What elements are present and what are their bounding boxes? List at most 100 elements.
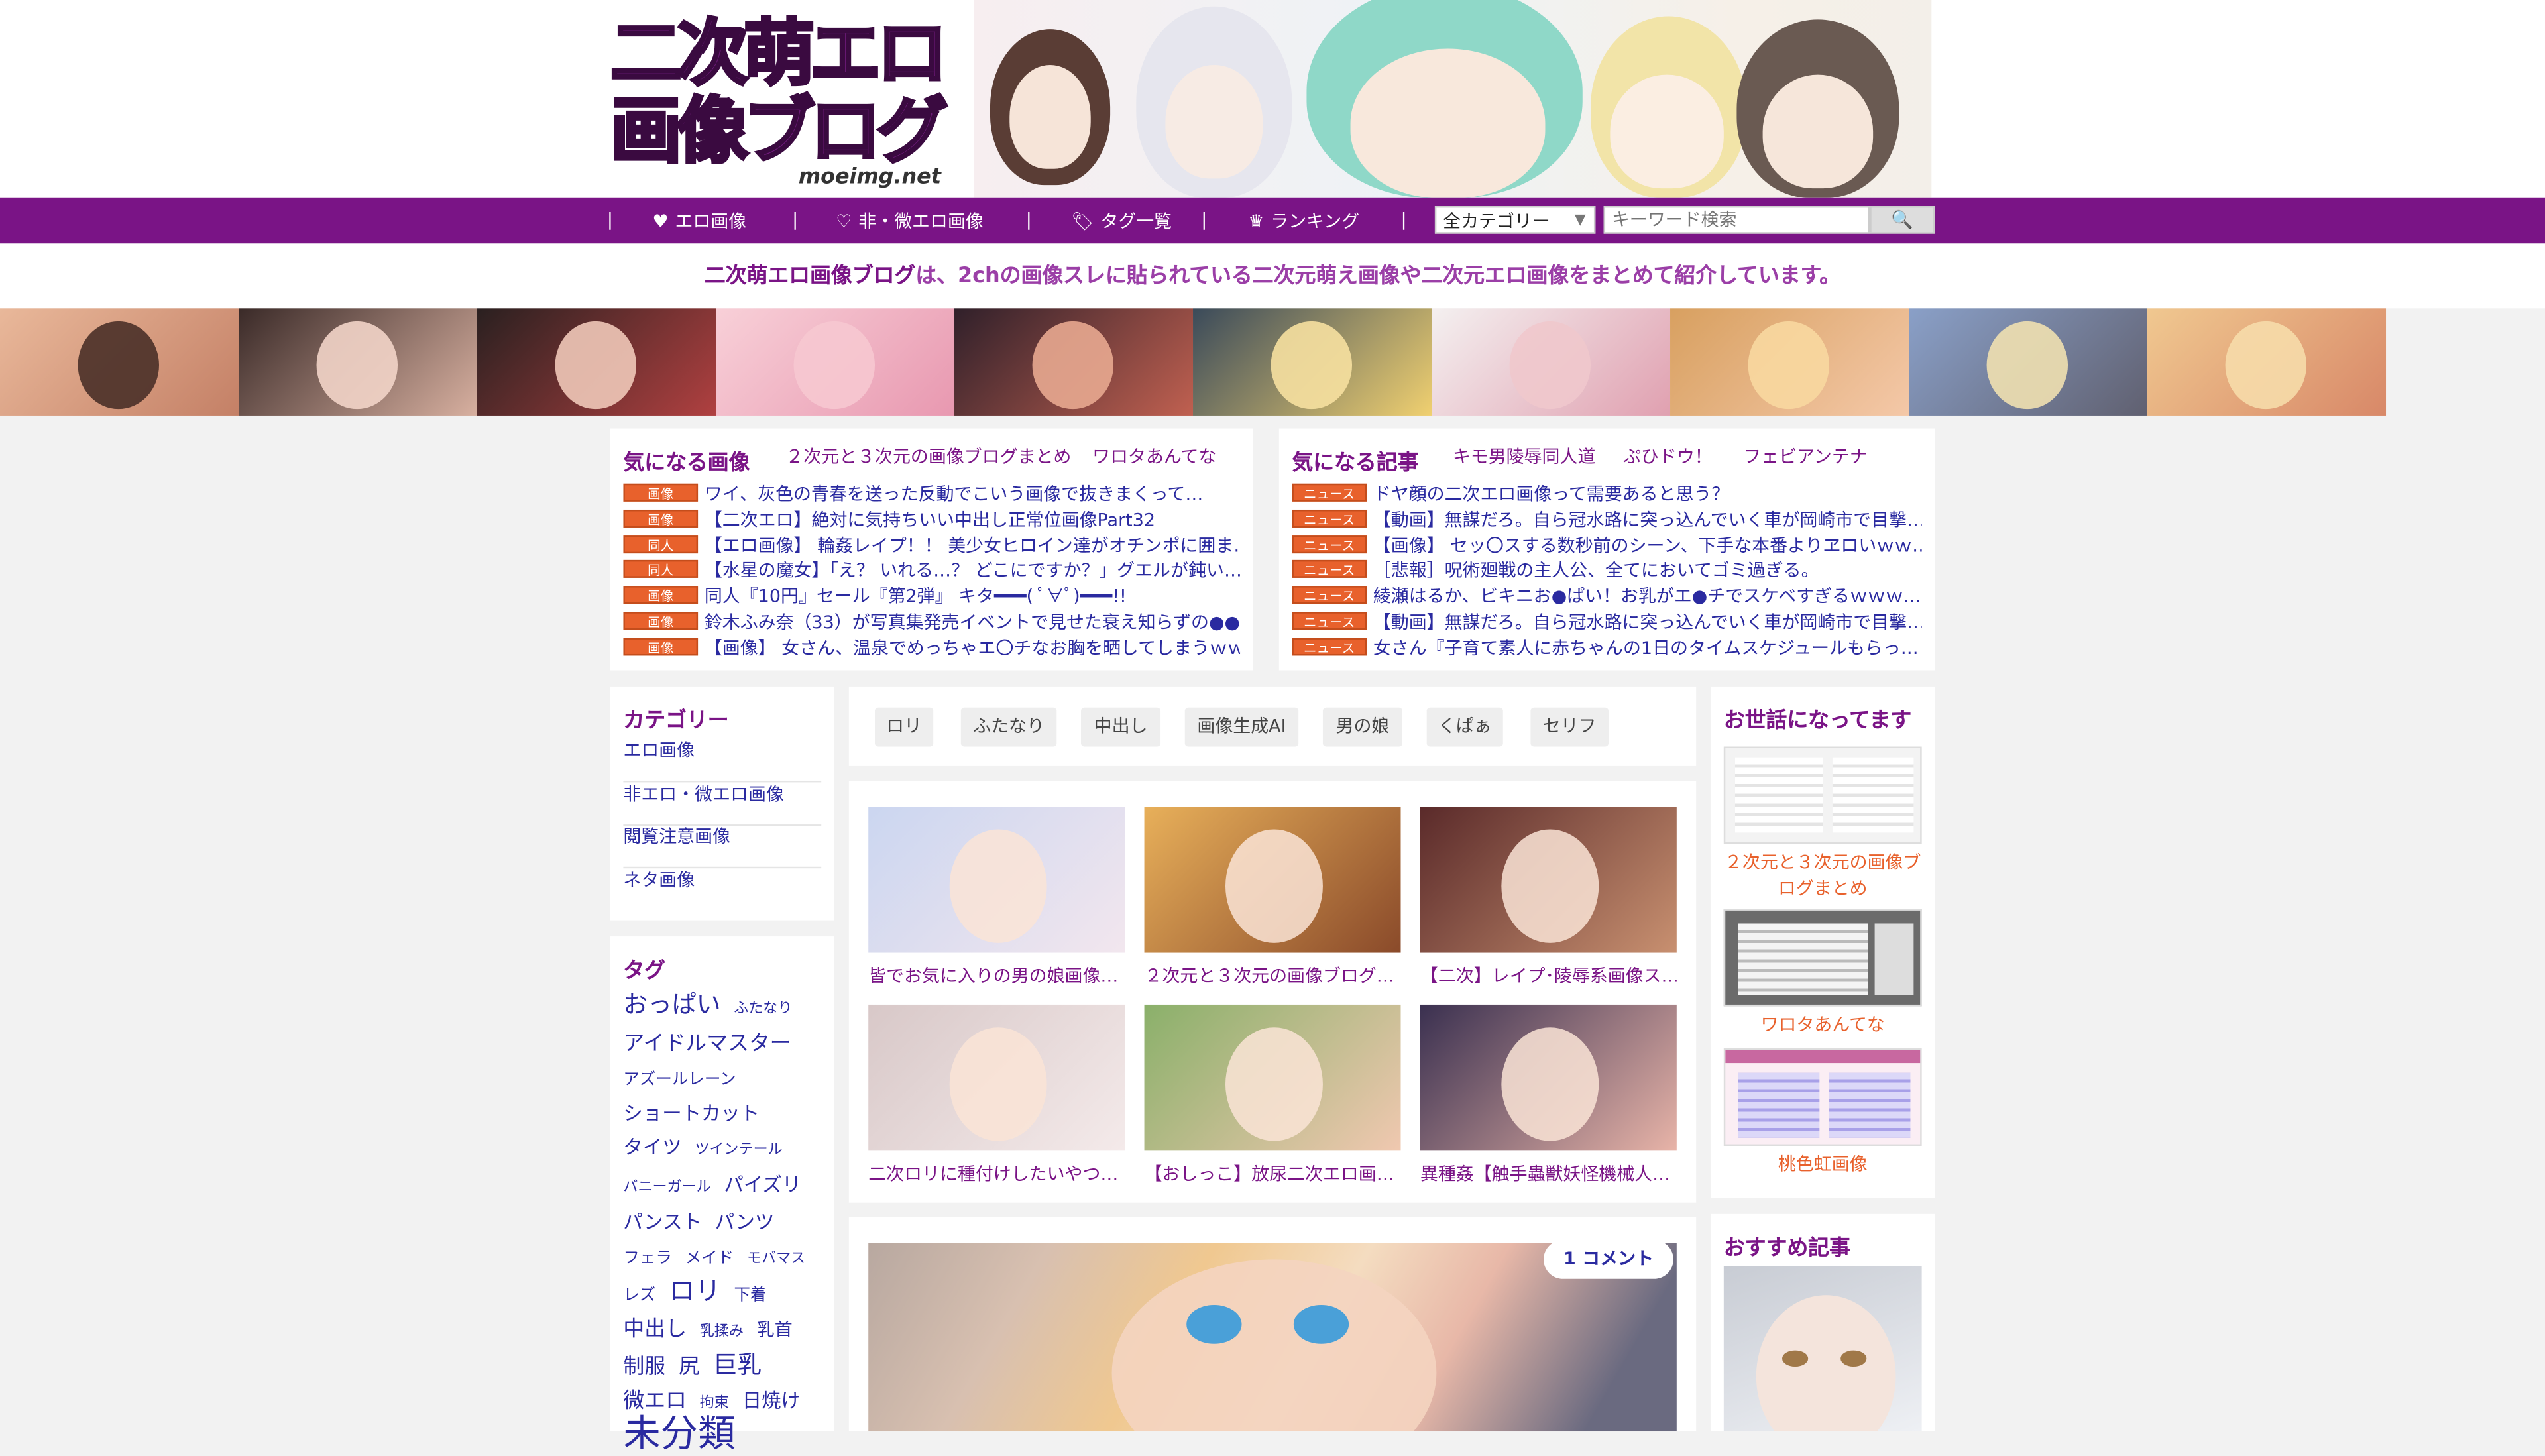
comment-count-badge[interactable]: 1 コメント bbox=[1543, 1240, 1673, 1279]
tag-link[interactable]: パイズリ bbox=[724, 1174, 802, 1196]
featured-images-link[interactable]: ワロタあんてな bbox=[1092, 443, 1216, 469]
strip-thumbnail[interactable] bbox=[954, 308, 1194, 416]
featured-articles-link[interactable]: キモ男陵辱同人道 bbox=[1453, 443, 1596, 469]
ranking-row[interactable]: 画像 ワイ、灰色の青春を送った反動でこいう画像で抜きまくって… bbox=[623, 480, 1240, 505]
tag-link[interactable]: 拘束 bbox=[700, 1396, 729, 1412]
strip-thumbnail[interactable] bbox=[239, 308, 478, 416]
ranking-row[interactable]: ニュース ［悲報］呪術廻戦の主人公、全てにおいてゴミ過ぎる。 bbox=[1292, 557, 1921, 582]
image-figure bbox=[1225, 1027, 1323, 1141]
nav-item-tags[interactable]: 🏷 タグ一覧 bbox=[1071, 207, 1172, 233]
ranking-row[interactable]: 同人 【水星の魔女】「え？ いれる…？ どこにですか？」グエルが鈍い… bbox=[623, 557, 1240, 582]
category-badge: ニュース bbox=[1292, 509, 1367, 528]
image-figure bbox=[1225, 829, 1323, 943]
image-figure bbox=[1725, 1050, 1921, 1064]
partner-site[interactable]: 桃色虹画像 bbox=[1723, 1048, 1922, 1178]
strip-thumbnail[interactable] bbox=[1670, 308, 1909, 416]
tag-link[interactable]: 乳首 bbox=[757, 1319, 793, 1341]
tag-link[interactable]: 巨乳 bbox=[713, 1351, 762, 1380]
image-figure bbox=[1840, 1350, 1867, 1367]
tag-link[interactable]: 下着 bbox=[734, 1287, 766, 1305]
ranking-row[interactable]: 同人 【エロ画像】 輪姦レイプ！！ 美少女ヒロイン達がオチンポに囲ま… bbox=[623, 532, 1240, 556]
ranking-row[interactable]: ニュース 綾瀬はるか、ビキニお●ぱい！お乳がエ●チでスケベすぎるｗｗｗ… bbox=[1292, 583, 1921, 607]
strip-thumbnail[interactable] bbox=[477, 308, 716, 416]
nav-item-ranking[interactable]: ♛ ランキング bbox=[1248, 207, 1359, 233]
strip-thumbnail[interactable] bbox=[716, 308, 955, 416]
tag-link[interactable]: 微エロ bbox=[623, 1389, 687, 1414]
partner-site[interactable]: ワロタあんてな bbox=[1723, 909, 1922, 1038]
article-card[interactable]: 【二次】レイプ･陵辱系画像ス… bbox=[1420, 807, 1677, 988]
ranking-row[interactable]: ニュース 【動画】無謀だろ。自ら冠水路に突っ込んでいく車が岡崎市で目撃… bbox=[1292, 506, 1922, 530]
image-figure bbox=[1874, 923, 1914, 995]
strip-thumbnail[interactable] bbox=[1909, 308, 2148, 416]
ranking-row[interactable]: 画像 【二次エロ】絶対に気持ちいい中出し正常位画像Part32 bbox=[623, 506, 1240, 530]
site-logo[interactable]: 二次萌エロ 画像ブログ moeimg.net bbox=[608, 14, 968, 191]
category-badge: 画像 bbox=[623, 637, 699, 655]
article-card[interactable]: 皆でお気に入りの男の娘画像… bbox=[868, 807, 1125, 988]
tag-link[interactable]: 制服 bbox=[623, 1355, 665, 1380]
image-figure bbox=[1756, 1295, 1896, 1432]
strip-thumbnail[interactable] bbox=[1432, 308, 1671, 416]
tag-link[interactable]: 中出し bbox=[623, 1318, 687, 1343]
popular-tag-chip[interactable]: 画像生成AI bbox=[1184, 707, 1299, 747]
popular-tag-chip[interactable]: ロリ bbox=[875, 707, 934, 747]
strip-thumbnail[interactable] bbox=[2147, 308, 2387, 416]
recommended-article-image[interactable] bbox=[1723, 1266, 1922, 1432]
search-input[interactable] bbox=[1603, 206, 1870, 234]
tag-link[interactable]: パンスト bbox=[623, 1211, 701, 1233]
popular-tag-chip[interactable]: セリフ bbox=[1530, 707, 1609, 747]
strip-thumbnail[interactable] bbox=[1193, 308, 1432, 416]
tag-link[interactable]: バニーガール bbox=[623, 1180, 710, 1196]
category-badge: 画像 bbox=[623, 586, 699, 604]
tag-link[interactable]: レズ bbox=[623, 1287, 655, 1305]
article-card[interactable]: 【おしっこ】放尿二次エロ画… bbox=[1144, 1004, 1401, 1186]
category-badge: 同人 bbox=[623, 535, 699, 553]
tag-link[interactable]: 尻 bbox=[679, 1355, 700, 1380]
search-button[interactable]: 🔍 bbox=[1870, 206, 1935, 234]
strip-thumbnail[interactable] bbox=[0, 308, 239, 416]
article-card[interactable]: 異種姦【触手蟲獣妖怪機械人… bbox=[1420, 1004, 1677, 1186]
article-card[interactable]: ２次元と３次元の画像ブログ… bbox=[1144, 807, 1401, 988]
ranking-row-title: ［悲報］呪術廻戦の主人公、全てにおいてゴミ過ぎる。 bbox=[1373, 560, 1819, 582]
ranking-row[interactable]: 画像 同人『10円』セール『第2弾』 キタ━━━( ﾟ∀ﾟ)━━━!! bbox=[623, 583, 1240, 607]
tag-link[interactable]: 乳揉み bbox=[700, 1324, 744, 1340]
tag-link[interactable]: フェラ bbox=[623, 1250, 671, 1268]
category-item[interactable]: エロ画像 bbox=[623, 738, 822, 783]
featured-images-link[interactable]: ２次元と３次元の画像ブログまとめ bbox=[785, 443, 1071, 469]
nav-item-ero[interactable]: ♥ エロ画像 bbox=[652, 207, 746, 233]
category-item[interactable]: 閲覧注意画像 bbox=[623, 824, 822, 869]
featured-articles-link[interactable]: フェビアンテナ bbox=[1743, 443, 1868, 469]
partner-site[interactable]: ２次元と３次元の画像ブログまとめ bbox=[1723, 746, 1922, 903]
popular-tag-chip[interactable]: 中出し bbox=[1081, 707, 1161, 747]
ranking-row[interactable]: 画像 【画像】 女さん、温泉でめっちゃエ〇チなお胸を晒してしまうｗｗ… bbox=[623, 634, 1240, 659]
tag-link[interactable]: タイツ bbox=[623, 1136, 681, 1158]
tag-link[interactable]: ふたなり bbox=[734, 1001, 792, 1017]
category-item[interactable]: 非エロ・微エロ画像 bbox=[623, 782, 822, 826]
tag-link[interactable]: アズールレーン bbox=[623, 1071, 736, 1089]
category-select[interactable]: 全カテゴリー ▼ bbox=[1434, 206, 1596, 234]
nav-item-non-ero[interactable]: ♡ 非・微エロ画像 bbox=[836, 207, 984, 233]
tag-link[interactable]: モバマス bbox=[747, 1251, 805, 1267]
tag-link[interactable]: ツインテール bbox=[695, 1143, 782, 1158]
tag-link[interactable]: アイドルマスター bbox=[623, 1033, 791, 1057]
article-card[interactable]: 二次ロリに種付けしたいやつ… bbox=[868, 1004, 1125, 1186]
popular-tag-chip[interactable]: ふたなり bbox=[960, 707, 1057, 747]
tag-link[interactable]: 日焼け bbox=[742, 1389, 801, 1412]
popular-tag-chip[interactable]: 男の娘 bbox=[1322, 707, 1402, 747]
category-item[interactable]: ネタ画像 bbox=[623, 868, 821, 911]
ranking-row-title: 女さん『子育て素人に赤ちゃんの1日のタイムスケジュールもらっ… bbox=[1373, 637, 1919, 659]
tag-link[interactable]: おっぱい bbox=[623, 990, 720, 1019]
tag-cloud: おっぱい ふたなり アイドルマスター アズールレーン ショートカット タイツ ツ… bbox=[623, 988, 824, 1453]
ranking-row[interactable]: ニュース ドヤ顔の二次エロ画像って需要あると思う？ bbox=[1292, 480, 1921, 505]
ranking-row[interactable]: ニュース 【画像】 セッ〇スする数秒前のシーン、下手な本番よりヱロいｗｗ… bbox=[1292, 532, 1922, 556]
tag-link[interactable]: パンツ bbox=[715, 1211, 775, 1233]
ranking-row[interactable]: 画像 鈴木ふみ奈（33）が写真集発売イベントで見せた衰え知らずの●●… bbox=[623, 608, 1240, 633]
tag-link[interactable]: メイド bbox=[685, 1250, 734, 1268]
ranking-row[interactable]: ニュース 女さん『子育て素人に赤ちゃんの1日のタイムスケジュールもらっ… bbox=[1292, 634, 1921, 659]
ranking-row-title: ドヤ顔の二次エロ画像って需要あると思う？ bbox=[1373, 483, 1730, 505]
tag-link[interactable]: ショートカット bbox=[623, 1102, 760, 1125]
tag-link[interactable]: 未分類 bbox=[623, 1414, 735, 1456]
ranking-row[interactable]: ニュース 【動画】無謀だろ。自ら冠水路に突っ込んでいく車が岡崎市で目撃… bbox=[1292, 608, 1922, 633]
featured-articles-link[interactable]: ぷひドウ！ bbox=[1623, 443, 1713, 469]
tag-link[interactable]: ロリ bbox=[669, 1276, 720, 1307]
popular-tag-chip[interactable]: くぱぁ bbox=[1426, 707, 1503, 747]
